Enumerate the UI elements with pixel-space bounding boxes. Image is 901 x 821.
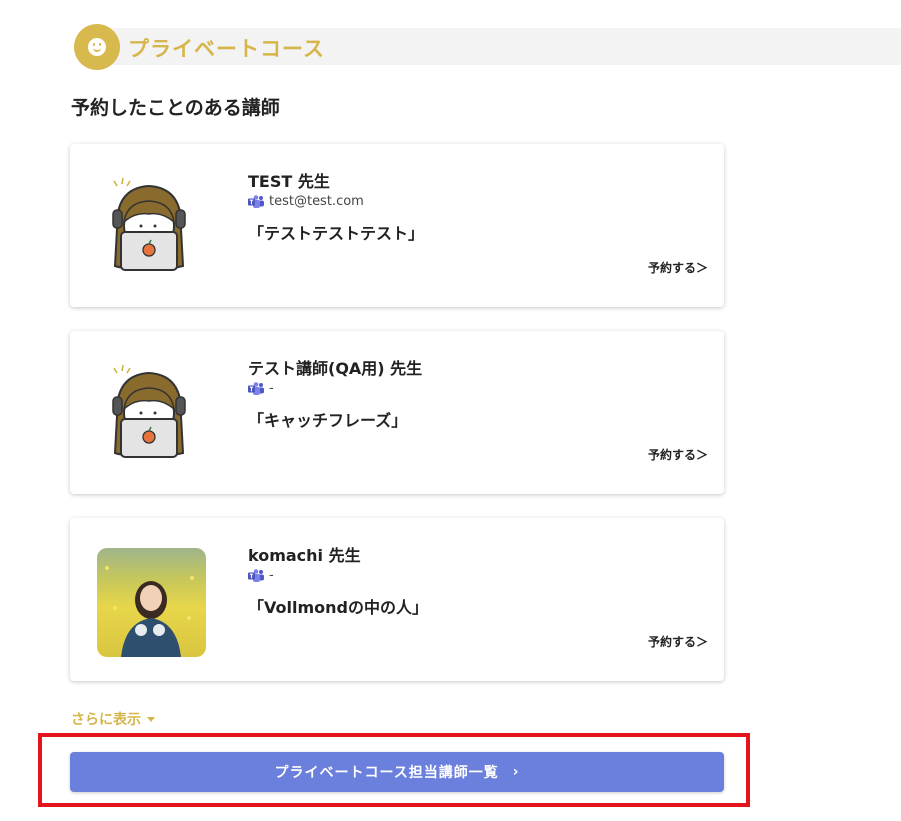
show-more-label: さらに表示 [71, 712, 141, 728]
teacher-name: komachi 先生 [248, 546, 361, 565]
caret-down-icon [147, 716, 155, 722]
teacher-catchphrase: 「キャッチフレーズ」 [248, 411, 408, 430]
private-course-teachers-button[interactable]: プライベートコース担当講師一覧 › [70, 752, 724, 792]
teams-icon [248, 195, 264, 208]
teacher-name: TEST 先生 [248, 172, 330, 191]
teams-icon [248, 382, 264, 395]
teacher-catchphrase: 「Vollmondの中の人」 [248, 598, 428, 617]
reserve-link[interactable]: 予約する＞ [648, 633, 708, 650]
smile-icon [74, 24, 120, 70]
teacher-email: test@test.com [269, 194, 364, 209]
teacher-avatar-photo [97, 548, 206, 657]
chevron-right-icon: › [512, 764, 520, 780]
teacher-email: - [269, 568, 274, 583]
page-title: プライベートコース [128, 37, 325, 61]
show-more-link[interactable]: さらに表示 [71, 709, 155, 729]
teacher-contact: - [248, 381, 274, 396]
teams-icon [248, 569, 264, 582]
reserve-link[interactable]: 予約する＞ [648, 259, 708, 276]
section-title: 予約したことのある講師 [71, 97, 280, 119]
teacher-email: - [269, 381, 274, 396]
teacher-card: komachi 先生 - 「Vollmondの中の人」 予約する＞ [70, 518, 724, 681]
teacher-contact: - [248, 568, 274, 583]
teacher-avatar-illustration [112, 177, 186, 271]
teacher-catchphrase: 「テストテストテスト」 [248, 224, 425, 243]
teacher-contact: test@test.com [248, 194, 364, 209]
main-button-label: プライベートコース担当講師一覧 [274, 765, 499, 781]
teacher-avatar-illustration [112, 364, 186, 458]
teacher-card: TEST 先生 test@test.com 「テストテストテスト」 予約する＞ [70, 144, 724, 307]
teacher-name: テスト講師(QA用) 先生 [248, 359, 423, 378]
teacher-card: テスト講師(QA用) 先生 - 「キャッチフレーズ」 予約する＞ [70, 331, 724, 494]
reserve-link[interactable]: 予約する＞ [648, 446, 708, 463]
